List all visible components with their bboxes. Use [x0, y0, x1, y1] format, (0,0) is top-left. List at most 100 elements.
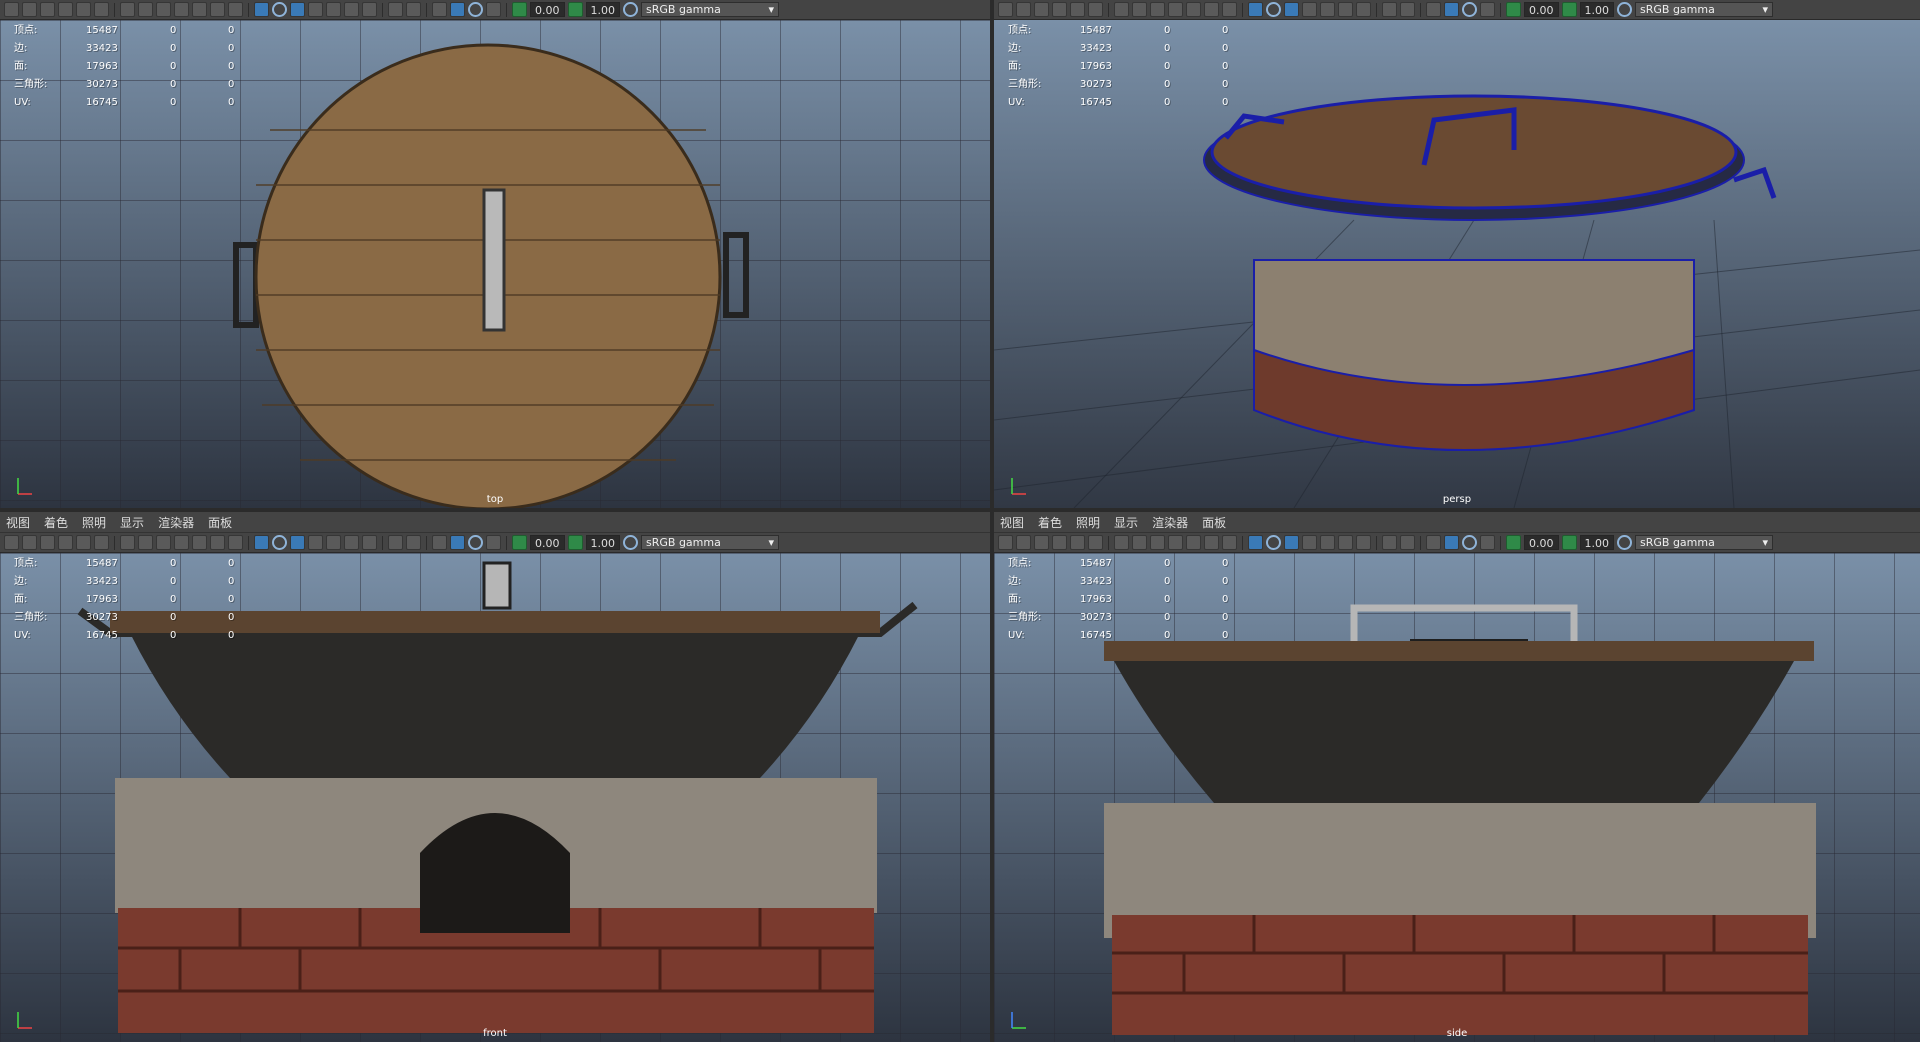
color-management-icon[interactable] — [623, 535, 638, 550]
bookmark-icon[interactable] — [40, 535, 55, 550]
grease-pencil-icon[interactable] — [1088, 2, 1103, 17]
textured-icon[interactable] — [290, 2, 305, 17]
xray-components-icon[interactable] — [486, 2, 501, 17]
field-chart-icon[interactable] — [192, 2, 207, 17]
viewport-menu-item[interactable]: 渲染器 — [158, 514, 194, 531]
viewport-menu-item[interactable]: 照明 — [1076, 514, 1100, 531]
viewport-menu-item[interactable]: 视图 — [1000, 514, 1024, 531]
viewport-front[interactable]: 顶点: 15487 0 0 边: 33423 0 0 面: 17963 0 0 三角形: 30273 0 0 U… — [0, 553, 990, 1042]
select-camera-icon[interactable] — [76, 535, 91, 550]
grease-pencil-icon[interactable] — [94, 2, 109, 17]
exposure-field[interactable]: 0.00 — [530, 2, 565, 17]
xray-icon[interactable] — [450, 2, 465, 17]
viewport-persp[interactable]: 顶点: 15487 0 0 边: 33423 0 0 面: 17963 0 0 三角形: 30273 0 0 U… — [994, 20, 1920, 508]
viewport-menu-item[interactable]: 照明 — [82, 514, 106, 531]
field-chart-icon[interactable] — [192, 535, 207, 550]
motion-blur-icon[interactable] — [1356, 2, 1371, 17]
grid-icon[interactable] — [120, 535, 135, 550]
viewport-menu-item[interactable]: 显示 — [1114, 514, 1138, 531]
lighting-icon[interactable] — [308, 535, 323, 550]
gate-mask-icon[interactable] — [174, 2, 189, 17]
antialias-icon[interactable] — [1382, 535, 1397, 550]
exposure-icon[interactable] — [1506, 535, 1521, 550]
resolution-gate-icon[interactable] — [156, 535, 171, 550]
ambient-occlusion-icon[interactable] — [1338, 2, 1353, 17]
camera-attr-icon[interactable] — [22, 2, 37, 17]
motion-blur-icon[interactable] — [362, 2, 377, 17]
textured-icon[interactable] — [290, 535, 305, 550]
shadows-icon[interactable] — [326, 2, 341, 17]
xray-components-icon[interactable] — [486, 535, 501, 550]
exposure-field[interactable]: 0.00 — [530, 535, 565, 550]
antialias-icon[interactable] — [388, 2, 403, 17]
wireframe-icon[interactable] — [1248, 2, 1263, 17]
gamma-icon[interactable] — [567, 2, 583, 17]
ambient-occlusion-icon[interactable] — [344, 535, 359, 550]
isolate-icon[interactable] — [432, 535, 447, 550]
xray-joints-icon[interactable] — [1462, 2, 1477, 17]
depth-of-field-icon[interactable] — [1400, 535, 1415, 550]
camera-attr-icon[interactable] — [1016, 535, 1031, 550]
film-gate-icon[interactable] — [1132, 535, 1147, 550]
isolate-icon[interactable] — [1426, 2, 1441, 17]
field-chart-icon[interactable] — [1186, 2, 1201, 17]
ambient-occlusion-icon[interactable] — [1338, 535, 1353, 550]
color-space-select[interactable]: sRGB gamma ▾ — [1635, 535, 1773, 550]
shadows-icon[interactable] — [1320, 535, 1335, 550]
xray-joints-icon[interactable] — [468, 535, 483, 550]
grease-pencil-icon[interactable] — [94, 535, 109, 550]
exposure-field[interactable]: 0.00 — [1524, 535, 1559, 550]
color-management-icon[interactable] — [1617, 535, 1632, 550]
exposure-field[interactable]: 0.00 — [1524, 2, 1559, 17]
viewport-menu-item[interactable]: 显示 — [120, 514, 144, 531]
viewport-menu-item[interactable]: 渲染器 — [1152, 514, 1188, 531]
xray-components-icon[interactable] — [1480, 535, 1495, 550]
viewport-menu-item[interactable]: 视图 — [6, 514, 30, 531]
gamma-icon[interactable] — [1561, 535, 1577, 550]
depth-of-field-icon[interactable] — [1400, 2, 1415, 17]
camera-attr-icon[interactable] — [1016, 2, 1031, 17]
viewport-menu-item[interactable]: 着色 — [1038, 514, 1062, 531]
antialias-icon[interactable] — [1382, 2, 1397, 17]
film-gate-icon[interactable] — [138, 535, 153, 550]
safe-action-icon[interactable] — [1204, 535, 1219, 550]
viewport-top[interactable]: 顶点: 15487 0 0 边: 33423 0 0 面: 17963 0 0 三角形: 30273 0 0 U… — [0, 20, 990, 508]
gamma-field[interactable]: 1.00 — [1579, 535, 1614, 550]
bookmark-icon[interactable] — [1034, 535, 1049, 550]
image-plane-icon[interactable] — [58, 535, 73, 550]
shadows-icon[interactable] — [326, 535, 341, 550]
xray-icon[interactable] — [450, 535, 465, 550]
depth-of-field-icon[interactable] — [406, 2, 421, 17]
viewport-menu-item[interactable]: 着色 — [44, 514, 68, 531]
viewport-menu-item[interactable]: 面板 — [1202, 514, 1226, 531]
film-gate-icon[interactable] — [138, 2, 153, 17]
gamma-icon[interactable] — [567, 535, 583, 550]
isolate-icon[interactable] — [1426, 535, 1441, 550]
bookmark-icon[interactable] — [1034, 2, 1049, 17]
smooth-shade-icon[interactable] — [1266, 535, 1281, 550]
select-camera-icon[interactable] — [1070, 535, 1085, 550]
color-space-select[interactable]: sRGB gamma ▾ — [641, 535, 779, 550]
resolution-gate-icon[interactable] — [156, 2, 171, 17]
grid-icon[interactable] — [120, 2, 135, 17]
field-chart-icon[interactable] — [1186, 535, 1201, 550]
viewport-side[interactable]: 顶点: 15487 0 0 边: 33423 0 0 面: 17963 0 0 三角形: 30273 0 0 U… — [994, 553, 1920, 1042]
antialias-icon[interactable] — [388, 535, 403, 550]
safe-title-icon[interactable] — [228, 535, 243, 550]
safe-title-icon[interactable] — [1222, 2, 1237, 17]
camera-icon[interactable] — [4, 535, 19, 550]
isolate-icon[interactable] — [432, 2, 447, 17]
viewport-menu-item[interactable]: 面板 — [208, 514, 232, 531]
gate-mask-icon[interactable] — [1168, 535, 1183, 550]
depth-of-field-icon[interactable] — [406, 535, 421, 550]
gamma-icon[interactable] — [1561, 2, 1577, 17]
shadows-icon[interactable] — [1320, 2, 1335, 17]
select-camera-icon[interactable] — [76, 2, 91, 17]
xray-joints-icon[interactable] — [1462, 535, 1477, 550]
safe-action-icon[interactable] — [210, 2, 225, 17]
lighting-icon[interactable] — [308, 2, 323, 17]
gamma-field[interactable]: 1.00 — [585, 2, 620, 17]
textured-icon[interactable] — [1284, 2, 1299, 17]
ambient-occlusion-icon[interactable] — [344, 2, 359, 17]
color-management-icon[interactable] — [623, 2, 638, 17]
